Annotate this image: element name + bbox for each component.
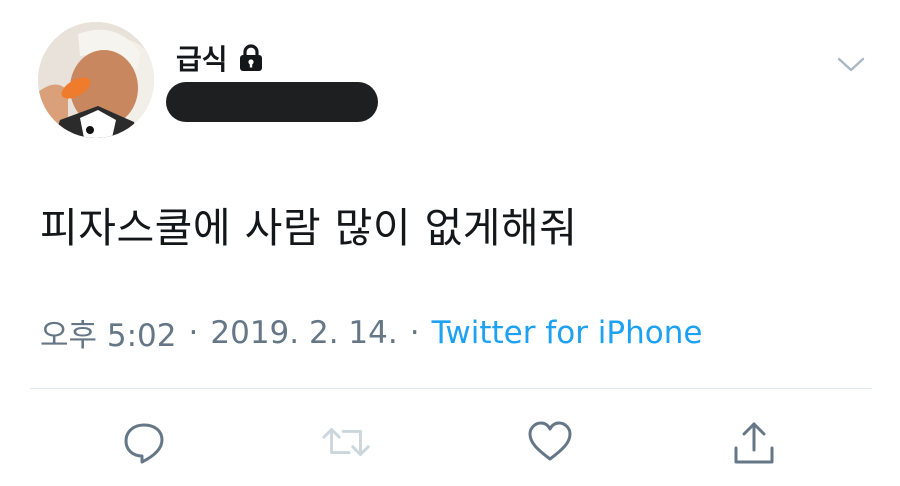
tweet-source-link[interactable]: Twitter for iPhone (432, 315, 703, 351)
share-icon (734, 422, 774, 464)
user-name-row[interactable]: 급식 (176, 38, 264, 78)
meta-separator: · (409, 314, 420, 351)
tweet-date[interactable]: 2019. 2. 14. (210, 315, 397, 351)
heart-icon (528, 421, 572, 461)
meta-separator: · (188, 314, 199, 351)
retweet-button[interactable] (320, 416, 372, 468)
tweet-time[interactable]: 오후 5:02 (40, 310, 177, 355)
reply-button[interactable] (118, 416, 170, 468)
lock-icon (238, 43, 264, 73)
reply-icon (124, 423, 164, 464)
share-button[interactable] (728, 416, 780, 468)
tweet-text: 피자스쿨에 사람 많이 없게해줘 (40, 204, 578, 252)
chevron-down-icon[interactable] (836, 52, 866, 76)
retweet-icon (322, 428, 370, 456)
avatar[interactable] (38, 22, 154, 138)
avatar-image (38, 22, 154, 138)
display-name[interactable]: 급식 (176, 38, 228, 78)
username-handle-redacted (166, 82, 378, 122)
divider (30, 388, 872, 389)
like-button[interactable] (524, 416, 576, 468)
tweet-meta: 오후 5:02 · 2019. 2. 14. · Twitter for iPh… (40, 310, 702, 355)
